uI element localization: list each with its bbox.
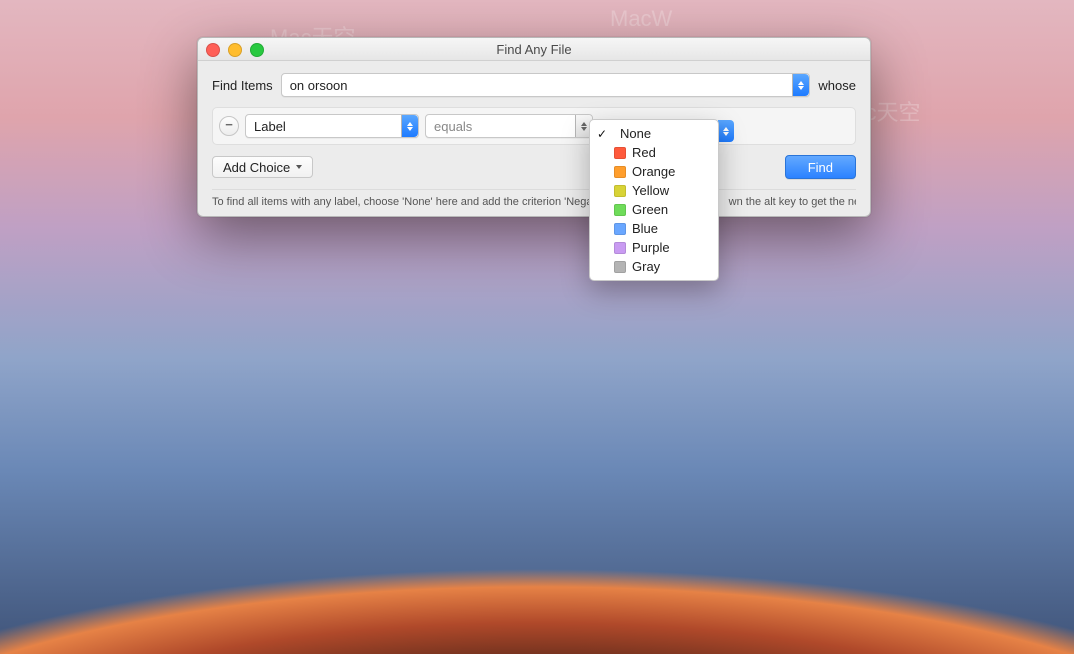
menu-item-label: Red — [632, 145, 708, 160]
menu-item-label: Orange — [632, 164, 708, 179]
operator-popup-value: equals — [426, 119, 575, 134]
menu-item-label: Purple — [632, 240, 708, 255]
window-title: Find Any File — [496, 42, 571, 57]
chevron-down-icon — [296, 165, 302, 169]
label-menu-item-green[interactable]: Green — [590, 200, 718, 219]
add-choice-button[interactable]: Add Choice — [212, 156, 313, 178]
label-menu-item-orange[interactable]: Orange — [590, 162, 718, 181]
color-swatch — [614, 223, 626, 235]
menu-item-label: Blue — [632, 221, 708, 236]
menu-item-label: Yellow — [632, 183, 708, 198]
find-items-row: Find Items on orsoon whose — [212, 73, 856, 97]
color-swatch — [614, 166, 626, 178]
label-menu-item-blue[interactable]: Blue — [590, 219, 718, 238]
label-menu-item-purple[interactable]: Purple — [590, 238, 718, 257]
window-close-button[interactable] — [206, 43, 220, 57]
color-swatch — [614, 204, 626, 216]
color-swatch — [614, 147, 626, 159]
traffic-lights — [206, 43, 264, 57]
remove-criterion-button[interactable]: − — [219, 116, 239, 136]
stepper-icon — [401, 115, 418, 137]
label-menu-item-red[interactable]: Red — [590, 143, 718, 162]
value-popup-stepper[interactable] — [718, 120, 734, 142]
label-menu-item-yellow[interactable]: Yellow — [590, 181, 718, 200]
hint-text-right: wn the alt key to get the nega — [729, 196, 856, 208]
criteria-group: − Label equals — [212, 107, 856, 145]
whose-label: whose — [818, 78, 856, 93]
attribute-popup[interactable]: Label — [245, 114, 419, 138]
hint-text-left: To find all items with any label, choose… — [212, 196, 593, 208]
find-items-label: Find Items — [212, 78, 273, 93]
add-choice-label: Add Choice — [223, 160, 290, 175]
location-popup-value: on orsoon — [282, 78, 793, 93]
label-value-menu[interactable]: ✓ None Red Orange Yellow Green Blue Purple Gray — [589, 119, 719, 281]
find-button-label: Find — [808, 160, 833, 175]
find-any-file-window: Find Any File Find Items on orsoon whose… — [197, 37, 871, 217]
checkmark-icon: ✓ — [596, 127, 608, 141]
watermark: MacW — [610, 6, 672, 32]
label-menu-item-gray[interactable]: Gray — [590, 257, 718, 276]
hint-row: To find all items with any label, choose… — [212, 189, 856, 208]
criterion-row: − Label equals — [219, 114, 849, 138]
window-zoom-button[interactable] — [250, 43, 264, 57]
attribute-popup-value: Label — [246, 119, 401, 134]
menu-item-label: None — [620, 126, 708, 141]
color-swatch — [614, 261, 626, 273]
menu-item-label: Gray — [632, 259, 708, 274]
menu-item-label: Green — [632, 202, 708, 217]
label-menu-item-none[interactable]: ✓ None — [590, 124, 718, 143]
operator-popup[interactable]: equals — [425, 114, 593, 138]
desktop: Mac天空 Mac天空 MacW Find Any File Find Item… — [0, 0, 1074, 654]
window-minimize-button[interactable] — [228, 43, 242, 57]
titlebar[interactable]: Find Any File — [198, 38, 870, 61]
color-swatch — [614, 185, 626, 197]
bottom-row: Add Choice Find — [212, 155, 856, 179]
location-popup[interactable]: on orsoon — [281, 73, 811, 97]
color-swatch — [614, 242, 626, 254]
find-button[interactable]: Find — [785, 155, 856, 179]
stepper-icon — [792, 74, 809, 96]
window-content: Find Items on orsoon whose − Label — [198, 61, 870, 216]
